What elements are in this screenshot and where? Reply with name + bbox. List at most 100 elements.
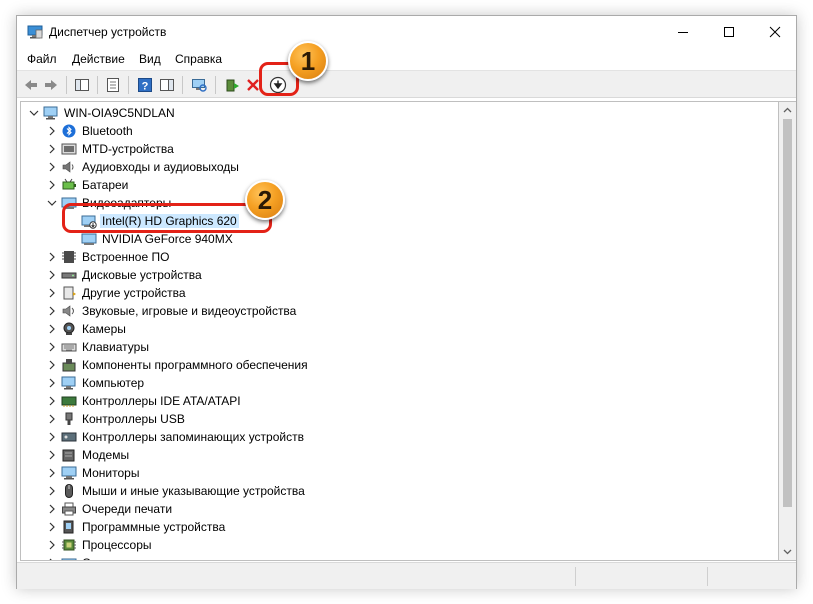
tree-category-row[interactable]: Дисковые устройства [21,266,778,284]
chevron-up-icon [783,107,792,113]
tree-category-row[interactable]: Bluetooth [21,122,778,140]
tree-category-row[interactable]: Сетевые адаптеры [21,554,778,561]
chevron-right-icon[interactable] [47,432,57,442]
show-action-pane-button[interactable] [157,75,177,95]
computer-icon [61,376,76,390]
tree-category-label: Камеры [82,322,126,336]
chevron-down-icon[interactable] [47,198,57,208]
tree-category-row[interactable]: Контроллеры запоминающих устройств [21,428,778,446]
help-icon: ? [138,78,152,93]
firmware-icon [62,251,76,263]
chevron-right-icon[interactable] [47,126,57,136]
callout-2-highlight [62,203,272,233]
tree-category-row[interactable]: Компьютер [21,374,778,392]
chevron-right-icon[interactable] [47,180,57,190]
chevron-right-icon[interactable] [47,288,57,298]
mouse-icon [65,484,73,498]
tree-category-row[interactable]: Звуковые, игровые и видеоустройства [21,302,778,320]
menu-help[interactable]: Справка [175,52,222,66]
callout-2-badge: 2 [245,180,285,220]
usb-icon [65,412,73,425]
tree-category-row[interactable]: Мониторы [21,464,778,482]
chevron-right-icon[interactable] [47,306,57,316]
chevron-right-icon[interactable] [47,558,57,561]
tree-category-row[interactable]: Контроллеры IDE ATA/ATAPI [21,392,778,410]
tree-category-row[interactable]: Компоненты программного обеспечения [21,356,778,374]
network-adapter-icon [61,558,77,560]
keyboard-icon [61,343,77,352]
status-bar [17,562,796,589]
tree-device-label: NVIDIA GeForce 940MX [102,232,233,246]
chevron-down-icon[interactable] [29,108,39,118]
minimize-button[interactable] [660,16,706,48]
bluetooth-icon [62,124,76,138]
chevron-right-icon[interactable] [47,486,57,496]
show-hide-console-tree-button[interactable] [72,75,92,95]
chevron-right-icon[interactable] [47,162,57,172]
toolbar-separator [66,76,67,94]
tree-category-label: MTD-устройства [82,142,174,156]
tree-category-label: Сетевые адаптеры [82,556,188,560]
chevron-right-icon[interactable] [47,252,57,262]
tree-category-row[interactable]: Модемы [21,446,778,464]
monitor-icon [61,466,77,480]
tree-category-row[interactable]: MTD-устройства [21,140,778,158]
tree-category-row[interactable]: Батареи [21,176,778,194]
camera-icon [63,322,75,335]
scan-hardware-icon [192,79,207,92]
title-bar[interactable]: Диспетчер устройств [17,16,796,48]
chevron-right-icon[interactable] [47,270,57,280]
chevron-right-icon[interactable] [47,468,57,478]
properties-button[interactable] [103,75,123,95]
tree-category-label: Звуковые, игровые и видеоустройства [82,304,297,318]
tree-category-row[interactable]: Программные устройства [21,518,778,536]
menu-bar: Файл Действие Вид Справка [17,48,796,70]
enable-device-icon [226,79,239,92]
menu-view[interactable]: Вид [139,52,161,66]
chevron-right-icon[interactable] [47,378,57,388]
tree-category-row[interactable]: Аудиовходы и аудиовыходы [21,158,778,176]
device-manager-app-icon [27,25,43,39]
device-tree[interactable]: WIN-OIA9C5NDLAN Bluetooth MTD-устройства А… [20,101,779,561]
chevron-right-icon[interactable] [47,324,57,334]
vertical-scrollbar[interactable] [779,101,796,561]
menu-action[interactable]: Действие [72,52,125,66]
scroll-down-button[interactable] [779,543,796,560]
tree-category-row[interactable]: Мыши и иные указывающие устройства [21,482,778,500]
tree-category-label: Контроллеры запоминающих устройств [82,430,304,444]
chevron-right-icon[interactable] [47,540,57,550]
close-button[interactable] [752,16,798,48]
tree-category-row[interactable]: Очереди печати [21,500,778,518]
scroll-up-button[interactable] [779,102,796,119]
tree-root[interactable]: WIN-OIA9C5NDLAN [21,104,778,122]
sound-icon [62,305,74,317]
chevron-right-icon[interactable] [47,144,57,154]
chevron-right-icon[interactable] [47,342,57,352]
printer-icon [62,502,76,516]
scan-hardware-button[interactable] [189,75,209,95]
tree-category-label: Модемы [82,448,130,462]
tree-category-row[interactable]: Клавиатуры [21,338,778,356]
status-divider [575,567,576,586]
maximize-button[interactable] [706,16,752,48]
action-pane-icon [160,79,174,91]
tree-category-row[interactable]: Контроллеры USB [21,410,778,428]
chevron-right-icon[interactable] [47,360,57,370]
chevron-right-icon[interactable] [47,504,57,514]
enable-device-button[interactable] [222,75,242,95]
tree-category-label: Контроллеры IDE ATA/ATAPI [82,394,241,408]
chevron-right-icon[interactable] [47,450,57,460]
tree-category-row[interactable]: Процессоры [21,536,778,554]
tree-category-row[interactable]: Другие устройства [21,284,778,302]
chevron-right-icon[interactable] [47,522,57,532]
scroll-thumb[interactable] [783,119,792,507]
back-button[interactable] [21,75,41,95]
chevron-right-icon[interactable] [47,396,57,406]
callout-1-number: 1 [300,45,316,76]
forward-button[interactable] [41,75,61,95]
tree-category-row[interactable]: Встроенное ПО [21,248,778,266]
menu-file[interactable]: Файл [27,52,57,66]
help-button[interactable]: ? [135,75,155,95]
chevron-right-icon[interactable] [47,414,57,424]
tree-category-row[interactable]: Камеры [21,320,778,338]
